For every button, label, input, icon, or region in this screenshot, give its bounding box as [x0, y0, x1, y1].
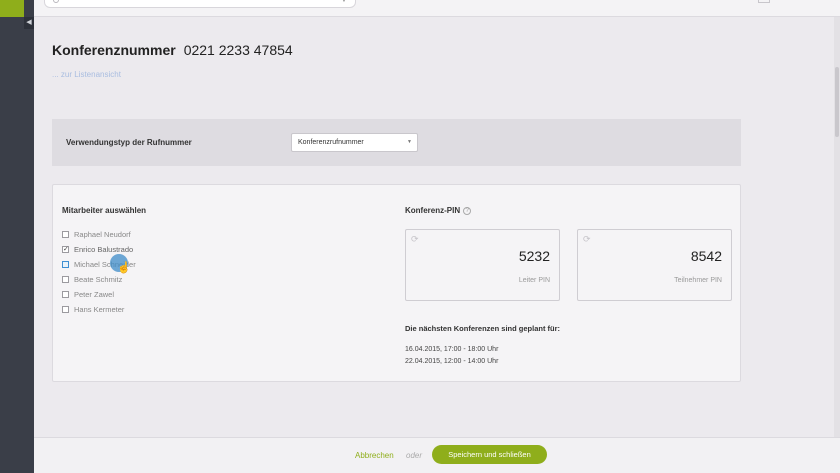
- employee-item[interactable]: Hans Kermeter: [62, 302, 136, 317]
- brand-accent: [0, 0, 24, 17]
- page-title-label: Konferenznummer: [52, 42, 176, 58]
- refresh-icon[interactable]: ⟳: [411, 234, 419, 245]
- tray-icon[interactable]: [758, 0, 770, 3]
- back-to-list-link[interactable]: ... zur Listenansicht: [52, 70, 121, 79]
- employee-checkbox[interactable]: [62, 291, 69, 298]
- employee-checkbox[interactable]: [62, 306, 69, 313]
- save-and-close-button[interactable]: Speichern und schließen: [432, 445, 547, 464]
- employee-item[interactable]: Raphael Neudorf: [62, 227, 136, 242]
- employee-checkbox[interactable]: [62, 261, 69, 268]
- scrollbar-thumb[interactable]: [835, 67, 839, 137]
- employee-name: Enrico Balustrado: [74, 245, 134, 254]
- employee-name: Hans Kermeter: [74, 305, 125, 314]
- participant-pin-box: ⟳ 8542 Teilnehmer PIN: [577, 229, 732, 301]
- chevron-down-icon: ▼: [407, 139, 412, 145]
- participant-pin-value: 8542: [690, 248, 722, 264]
- left-sidebar: [0, 0, 34, 473]
- conference-card: Mitarbeiter auswählen Raphael Neudorf ✓ E…: [52, 184, 741, 382]
- leader-pin-value: 5232: [518, 248, 550, 264]
- schedule-entry: 22.04.2015, 12:00 - 14:00 Uhr: [405, 358, 499, 365]
- search-input[interactable]: ▼: [44, 0, 356, 8]
- employee-item[interactable]: Beate Schmitz: [62, 272, 136, 287]
- schedule-entry: 16.04.2015, 17:00 - 18:00 Uhr: [405, 346, 499, 353]
- employee-checkbox[interactable]: [62, 276, 69, 283]
- employee-item[interactable]: ✓ Enrico Balustrado: [62, 242, 136, 257]
- scrollbar[interactable]: [834, 17, 840, 437]
- usage-type-panel: Verwendungstyp der Rufnummer Konferenzru…: [52, 119, 741, 166]
- employee-name: Peter Zawel: [74, 290, 115, 299]
- employee-checkbox[interactable]: [62, 231, 69, 238]
- employees-title: Mitarbeiter auswählen: [62, 206, 147, 215]
- or-text: oder: [406, 451, 423, 460]
- leader-pin-box: ⟳ 5232 Leiter PIN: [405, 229, 560, 301]
- leader-pin-label: Leiter PIN: [518, 277, 550, 284]
- refresh-icon[interactable]: ⟳: [583, 234, 591, 245]
- employee-name: Beate Schmitz: [74, 275, 123, 284]
- chevron-down-icon: ▼: [341, 0, 347, 4]
- help-icon[interactable]: ?: [463, 206, 472, 215]
- pin-title: Konferenz-PIN?: [405, 206, 472, 215]
- hand-cursor-icon: ☝: [117, 262, 131, 274]
- pin-title-text: Konferenz-PIN: [405, 206, 461, 215]
- top-bar: ▼: [34, 0, 840, 17]
- collapse-sidebar-icon[interactable]: ◀: [24, 17, 34, 29]
- cancel-link[interactable]: Abbrechen: [355, 451, 394, 460]
- employee-name: Raphael Neudorf: [74, 230, 131, 239]
- usage-type-label: Verwendungstyp der Rufnummer: [66, 138, 192, 147]
- page-title: Konferenznummer 0221 2233 47854: [52, 42, 293, 58]
- search-icon: [53, 0, 59, 3]
- footer-bar: Abbrechen oder Speichern und schließen: [34, 437, 840, 473]
- employee-item[interactable]: Peter Zawel: [62, 287, 136, 302]
- schedule-title: Die nächsten Konferenzen sind geplant fü…: [405, 324, 561, 333]
- participant-pin-label: Teilnehmer PIN: [674, 277, 722, 284]
- usage-type-select[interactable]: Konferenzrufnummer ▼: [291, 133, 418, 152]
- usage-type-value: Konferenzrufnummer: [298, 139, 364, 146]
- employee-checkbox[interactable]: ✓: [62, 246, 69, 253]
- conference-number: 0221 2233 47854: [183, 42, 293, 58]
